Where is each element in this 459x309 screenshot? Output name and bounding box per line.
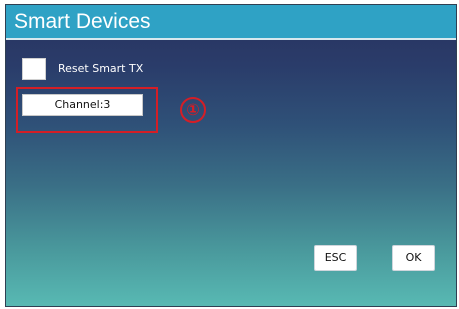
- dialog-title: Smart Devices: [14, 10, 151, 33]
- reset-smart-tx-checkbox[interactable]: [22, 58, 46, 80]
- annotation-number-marker: ①: [180, 97, 206, 123]
- channel-selector[interactable]: Channel:3: [22, 94, 143, 116]
- reset-smart-tx-label: Reset Smart TX: [58, 62, 144, 75]
- smart-devices-dialog: Smart Devices Reset Smart TX Channel:3 ①…: [5, 4, 457, 307]
- esc-button[interactable]: ESC: [314, 245, 357, 271]
- title-bar: Smart Devices: [6, 5, 456, 40]
- ok-button[interactable]: OK: [392, 245, 435, 271]
